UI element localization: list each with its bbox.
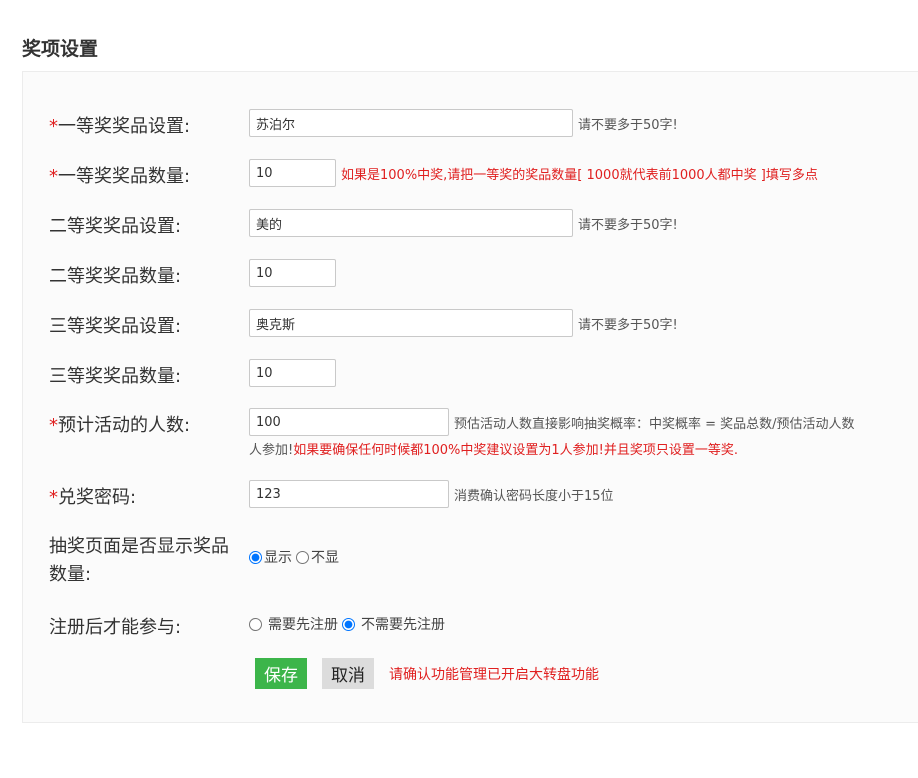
redeem-password-hint: 消费确认密码长度小于15位 [454, 488, 614, 504]
second-prize-name-control: 请不要多于50字! [249, 209, 678, 237]
required-mark: * [49, 415, 58, 436]
second-prize-qty-input[interactable] [249, 259, 336, 287]
show-prize-qty-radio-hide[interactable] [296, 550, 309, 564]
show-prize-qty-option-show[interactable]: 显示 [264, 547, 292, 567]
second-prize-name-hint: 请不要多于50字! [578, 217, 678, 233]
third-prize-name-hint: 请不要多于50字! [578, 317, 678, 333]
first-prize-qty-label: *一等奖奖品数量: [49, 166, 191, 187]
register-required-label: 注册后才能参与: [49, 617, 182, 638]
actions-control: 保存 取消 请确认功能管理已开启大转盘功能 [255, 658, 599, 689]
redeem-password-control: 消费确认密码长度小于15位 [249, 480, 614, 508]
first-prize-name-label: *一等奖奖品设置: [49, 116, 191, 137]
second-prize-name-label: 二等奖奖品设置: [49, 216, 182, 237]
first-prize-qty-input[interactable] [249, 159, 336, 187]
third-prize-qty-label: 三等奖奖品数量: [49, 366, 182, 387]
register-required-radio-no-need[interactable] [342, 617, 355, 631]
register-required-option-no-need[interactable]: 不需要先注册 [361, 614, 445, 634]
third-prize-name-control: 请不要多于50字! [249, 309, 678, 337]
first-prize-qty-hint: 如果是100%中奖,请把一等奖的奖品数量[ 1000就代表前1000人都中奖 ]… [341, 167, 818, 183]
save-button[interactable]: 保存 [255, 658, 307, 689]
required-mark: * [49, 487, 58, 508]
first-prize-name-control: 请不要多于50字! [249, 109, 678, 137]
third-prize-name-label: 三等奖奖品设置: [49, 316, 182, 337]
second-prize-name-input[interactable] [249, 209, 573, 237]
expected-participants-control: 预估活动人数直接影响抽奖概率：中奖概率 = 奖品总数/预估活动人数 [249, 408, 855, 436]
prize-settings-panel: *一等奖奖品设置: 请不要多于50字! *一等奖奖品数量: 如果是100%中奖,… [22, 71, 918, 723]
second-prize-qty-control [249, 259, 336, 287]
show-prize-qty-label: 抽奖页面是否显示奖品 数量: [49, 536, 229, 585]
first-prize-name-input[interactable] [249, 109, 573, 137]
section-title: 奖项设置 [22, 38, 99, 60]
register-required-radio-need[interactable] [249, 617, 262, 631]
show-prize-qty-option-hide[interactable]: 不显 [311, 547, 339, 567]
expected-participants-label: *预计活动的人数: [49, 415, 191, 436]
required-mark: * [49, 116, 58, 137]
register-required-option-need[interactable]: 需要先注册 [268, 614, 338, 634]
show-prize-qty-options: 显示 不显 [249, 547, 343, 567]
third-prize-qty-control [249, 359, 336, 387]
expected-participants-hint: 预估活动人数直接影响抽奖概率：中奖概率 = 奖品总数/预估活动人数 [454, 416, 855, 432]
first-prize-qty-control: 如果是100%中奖,请把一等奖的奖品数量[ 1000就代表前1000人都中奖 ]… [249, 159, 818, 187]
actions-notice: 请确认功能管理已开启大转盘功能 [389, 666, 599, 683]
cancel-button[interactable]: 取消 [322, 658, 374, 689]
expected-participants-input[interactable] [249, 408, 449, 436]
show-prize-qty-radio-show[interactable] [249, 550, 262, 564]
required-mark: * [49, 166, 58, 187]
second-prize-qty-label: 二等奖奖品数量: [49, 266, 182, 287]
expected-participants-hint-line2: 人参加!如果要确保任何时候都100%中奖建议设置为1人参加!并且奖项只设置一等奖… [249, 443, 738, 458]
register-required-options: 需要先注册 不需要先注册 [249, 614, 449, 634]
redeem-password-input[interactable] [249, 480, 449, 508]
first-prize-name-hint: 请不要多于50字! [578, 117, 678, 133]
redeem-password-label: *兑奖密码: [49, 487, 137, 508]
third-prize-name-input[interactable] [249, 309, 573, 337]
third-prize-qty-input[interactable] [249, 359, 336, 387]
